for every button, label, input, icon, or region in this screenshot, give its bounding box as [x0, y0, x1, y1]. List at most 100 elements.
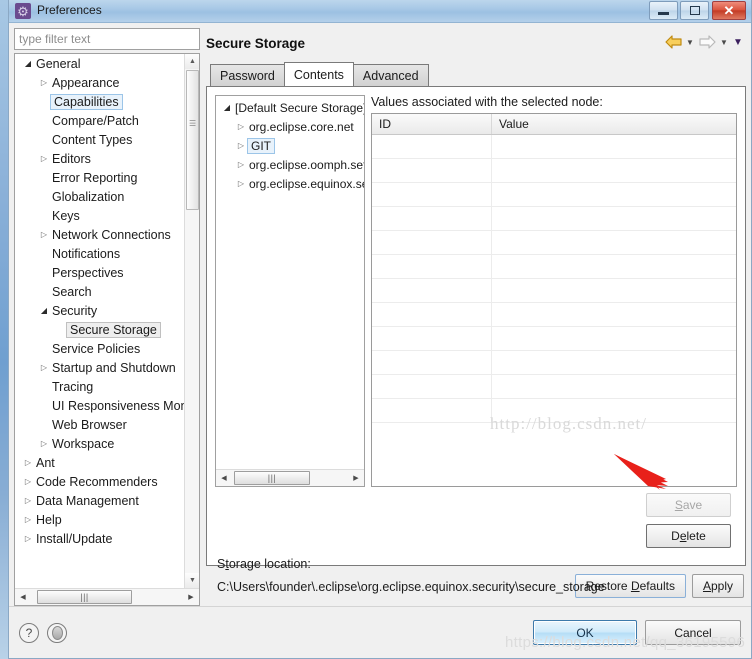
- table-cell-value: [492, 399, 736, 422]
- collapsed-triangle-icon[interactable]: ▷: [37, 439, 51, 448]
- node-tree-item[interactable]: ▷org.eclipse.oomph.setup: [216, 155, 364, 174]
- save-button[interactable]: Save: [646, 492, 731, 517]
- secure-storage-node-tree[interactable]: ◢ [Default Secure Storage] ▷ org.eclipse.co…: [215, 95, 365, 487]
- collapsed-triangle-icon[interactable]: ▷: [234, 141, 248, 150]
- question-mark-icon[interactable]: ?: [19, 622, 39, 643]
- scroll-down-icon[interactable]: ▼: [185, 573, 199, 588]
- sidebar-scroll-thumb[interactable]: [186, 70, 199, 210]
- table-row[interactable]: [372, 375, 736, 399]
- expanded-triangle-icon[interactable]: ◢: [21, 59, 35, 68]
- sidebar-hscroll-thumb[interactable]: |||: [37, 590, 132, 604]
- table-row[interactable]: [372, 135, 736, 159]
- table-row[interactable]: [372, 159, 736, 183]
- sidebar-tree-item[interactable]: Compare/Patch: [15, 111, 184, 130]
- collapsed-triangle-icon[interactable]: ▷: [37, 230, 51, 239]
- view-menu-chevron-down-icon[interactable]: ▼: [732, 33, 744, 51]
- tab-contents[interactable]: Contents: [283, 62, 354, 86]
- collapsed-triangle-icon[interactable]: ▷: [37, 78, 51, 87]
- sidebar-tree-item[interactable]: Perspectives: [15, 263, 184, 282]
- collapsed-triangle-icon[interactable]: ▷: [37, 154, 51, 163]
- scroll-up-icon[interactable]: ▲: [185, 54, 199, 69]
- storage-location-section: Storage location: C:\Users\founder\.ecli…: [215, 553, 737, 594]
- sidebar-tree-item[interactable]: ▷ Ant: [15, 453, 184, 472]
- node-tree-item[interactable]: ◢ [Default Secure Storage]: [216, 98, 364, 117]
- table-row[interactable]: [372, 207, 736, 231]
- sidebar-tree-item[interactable]: ▷ Data Management: [15, 491, 184, 510]
- scroll-left-icon[interactable]: ◀: [15, 589, 31, 605]
- collapsed-triangle-icon[interactable]: ▷: [234, 179, 248, 188]
- node-tree-horizontal-scrollbar[interactable]: ◀ ||| ▶: [216, 469, 364, 486]
- sidebar-tree-item[interactable]: ▷ Code Recommenders: [15, 472, 184, 491]
- sidebar-tree-item[interactable]: ▷ Startup and Shutdown: [15, 358, 184, 377]
- maximize-button[interactable]: [680, 1, 709, 20]
- forward-history-chevron-down-icon[interactable]: ▼: [718, 33, 730, 51]
- collapsed-triangle-icon[interactable]: ▷: [37, 363, 51, 372]
- scroll-right-icon[interactable]: ▶: [348, 470, 364, 486]
- values-table[interactable]: ID Value: [371, 113, 737, 487]
- sidebar-tree-item[interactable]: Tracing: [15, 377, 184, 396]
- tab-password[interactable]: Password: [210, 64, 285, 86]
- sidebar-tree-item[interactable]: Keys: [15, 206, 184, 225]
- close-button[interactable]: ✕: [712, 1, 746, 20]
- sidebar-tree-item[interactable]: Notifications: [15, 244, 184, 263]
- column-header-id[interactable]: ID: [372, 114, 492, 134]
- shell-status-icon[interactable]: [47, 622, 67, 643]
- search-input[interactable]: type filter text: [14, 28, 200, 50]
- tab-advanced[interactable]: Advanced: [352, 64, 429, 86]
- sidebar-vertical-scrollbar[interactable]: ▲ ☰ ▼: [184, 54, 199, 588]
- collapsed-triangle-icon[interactable]: ▷: [21, 515, 35, 524]
- sidebar-tree-item[interactable]: Secure Storage: [15, 320, 184, 339]
- sidebar-hscroll-track[interactable]: |||: [31, 589, 183, 605]
- node-tree-hscroll-track[interactable]: |||: [232, 470, 348, 486]
- minimize-button[interactable]: [649, 1, 678, 20]
- sidebar-tree-item[interactable]: Globalization: [15, 187, 184, 206]
- table-row[interactable]: [372, 231, 736, 255]
- sidebar-tree-item[interactable]: ▷ Help: [15, 510, 184, 529]
- back-history-chevron-down-icon[interactable]: ▼: [684, 33, 696, 51]
- node-tree-item[interactable]: ▷ org.eclipse.core.net: [216, 117, 364, 136]
- sidebar-tree-item[interactable]: ▷ Workspace: [15, 434, 184, 453]
- collapsed-triangle-icon[interactable]: ▷: [234, 122, 248, 131]
- sidebar-tree-item[interactable]: Service Policies: [15, 339, 184, 358]
- collapsed-triangle-icon[interactable]: ▷: [21, 477, 35, 486]
- expanded-triangle-icon[interactable]: ◢: [220, 103, 234, 112]
- sidebar-tree-item[interactable]: ▷ Network Connections: [15, 225, 184, 244]
- back-arrow-icon[interactable]: [664, 33, 682, 51]
- sidebar-tree-item[interactable]: ◢ Security: [15, 301, 184, 320]
- sidebar-tree-item[interactable]: ▷ Appearance: [15, 73, 184, 92]
- sidebar-tree-item[interactable]: ◢ General: [15, 54, 184, 73]
- collapsed-triangle-icon[interactable]: ▷: [21, 496, 35, 505]
- values-column: Values associated with the selected node…: [371, 95, 737, 487]
- scroll-left-icon[interactable]: ◀: [216, 470, 232, 486]
- sidebar-tree-item[interactable]: Search: [15, 282, 184, 301]
- table-row[interactable]: [372, 183, 736, 207]
- cancel-button[interactable]: Cancel: [645, 620, 741, 645]
- collapsed-triangle-icon[interactable]: ▷: [21, 534, 35, 543]
- node-tree-item[interactable]: ▷org.eclipse.equinox.secures: [216, 174, 364, 193]
- expanded-triangle-icon[interactable]: ◢: [37, 306, 51, 315]
- collapsed-triangle-icon[interactable]: ▷: [21, 458, 35, 467]
- table-row[interactable]: [372, 303, 736, 327]
- column-header-value[interactable]: Value: [492, 114, 736, 134]
- table-cell-id: [372, 207, 492, 230]
- node-tree-hscroll-thumb[interactable]: |||: [234, 471, 310, 485]
- sidebar-horizontal-scrollbar[interactable]: ◀ ||| ▶: [15, 588, 199, 605]
- sidebar-tree-item[interactable]: Capabilities: [15, 92, 184, 111]
- sidebar-tree-item[interactable]: UI Responsiveness Monitoring: [15, 396, 184, 415]
- collapsed-triangle-icon[interactable]: ▷: [234, 160, 248, 169]
- node-tree-item[interactable]: ▷ GIT: [216, 136, 364, 155]
- table-row[interactable]: [372, 351, 736, 375]
- delete-button[interactable]: Delete: [646, 523, 731, 548]
- sidebar-tree-item[interactable]: Web Browser: [15, 415, 184, 434]
- sidebar-tree-item[interactable]: ▷ Editors: [15, 149, 184, 168]
- table-row[interactable]: [372, 327, 736, 351]
- table-row[interactable]: [372, 399, 736, 423]
- ok-button[interactable]: OK: [533, 620, 637, 645]
- table-row[interactable]: [372, 279, 736, 303]
- table-row[interactable]: [372, 255, 736, 279]
- preferences-tree[interactable]: ◢ General ▷ Appearance Capabilities Compare/P…: [14, 53, 200, 606]
- sidebar-tree-item[interactable]: ▷ Install/Update: [15, 529, 184, 548]
- scroll-right-icon[interactable]: ▶: [183, 589, 199, 605]
- sidebar-tree-item[interactable]: Error Reporting: [15, 168, 184, 187]
- sidebar-tree-item[interactable]: Content Types: [15, 130, 184, 149]
